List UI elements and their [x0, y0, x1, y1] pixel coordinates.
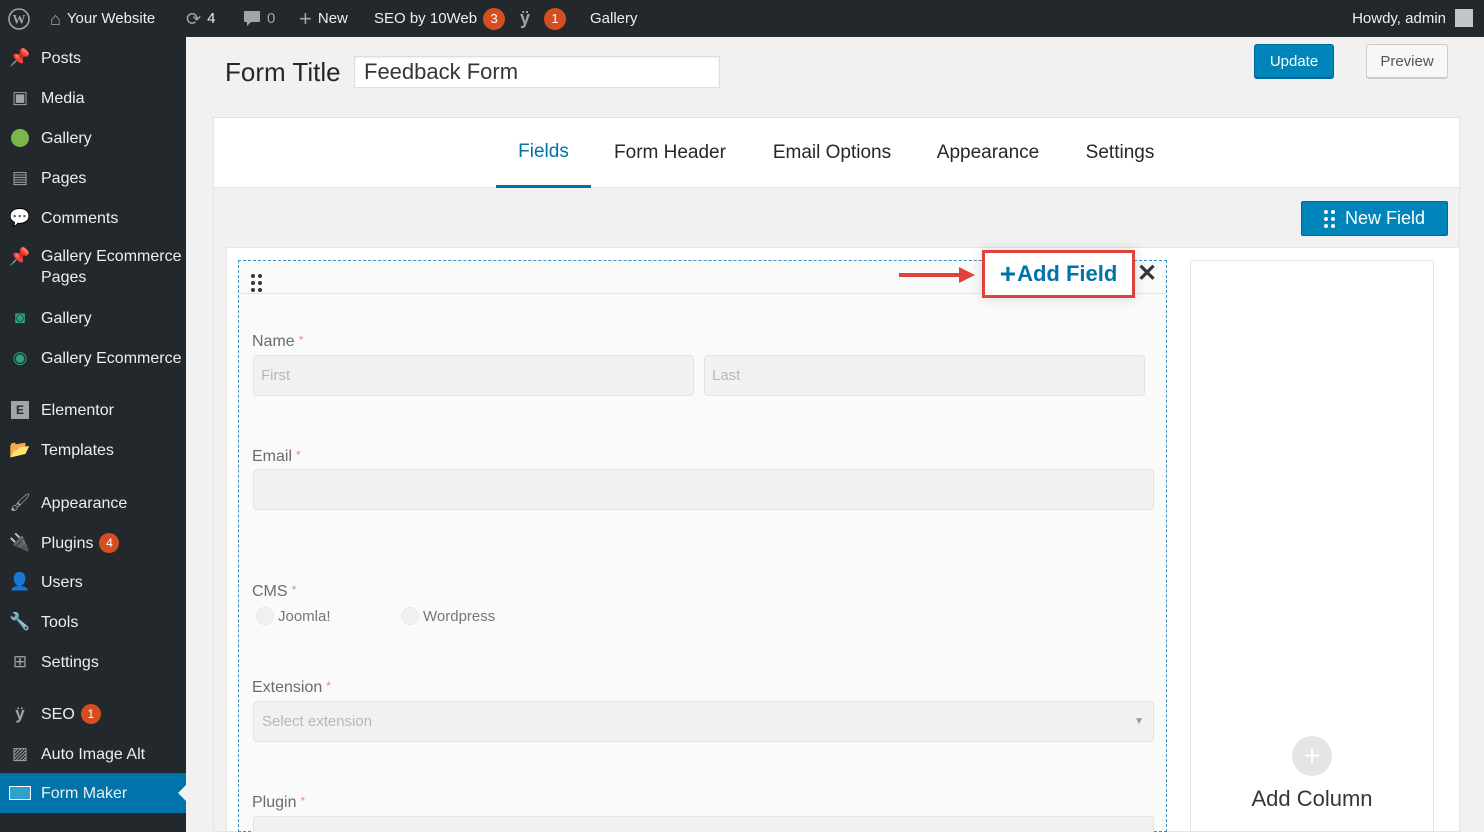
radio-circle — [256, 607, 274, 625]
refresh-icon: ⟳ — [186, 8, 202, 29]
drag-handle-icon[interactable] — [251, 274, 262, 292]
tab-form-header[interactable]: Form Header — [604, 118, 736, 188]
user-icon: 👤 — [9, 572, 31, 591]
sidebar-item-seo[interactable]: ÿ SEO 1 — [0, 703, 186, 725]
first-name-input[interactable]: First — [253, 355, 694, 396]
new-content-link[interactable]: + New — [299, 0, 348, 37]
current-menu-arrow — [178, 785, 186, 801]
sidebar-item-gallery-2[interactable]: ◙ Gallery — [0, 307, 186, 329]
eye-icon: ◉ — [12, 348, 28, 367]
remove-column-close-icon[interactable]: ✕ — [1137, 262, 1157, 286]
comment-icon — [244, 11, 260, 26]
sidebar-item-media[interactable]: ▣ Media — [0, 87, 186, 109]
gallery-link[interactable]: Gallery — [590, 0, 638, 37]
sidebar-item-form-maker[interactable]: Form Maker — [0, 773, 186, 813]
sidebar-item-plugins[interactable]: 🔌 Plugins 4 — [0, 532, 186, 554]
form-title-input[interactable] — [354, 56, 720, 88]
brush-icon: 🖌 — [9, 493, 31, 512]
red-arrow-annotation — [899, 267, 975, 283]
home-icon: ⌂ — [50, 8, 61, 29]
new-field-button[interactable]: New Field — [1301, 201, 1448, 236]
plugin-icon: 🔌 — [9, 533, 31, 552]
plugin-field-label: Plugin * — [252, 794, 306, 811]
extension-select[interactable]: Select extension ▼ — [253, 701, 1154, 742]
sidebar-item-tools[interactable]: 🔧 Tools — [0, 611, 186, 633]
yoast-badge: 1 — [544, 7, 567, 30]
sidebar-item-posts[interactable]: 📌 Posts — [0, 47, 186, 69]
sidebar-item-auto-image-alt[interactable]: ▨ Auto Image Alt — [0, 743, 186, 765]
gallery-icon — [9, 127, 31, 149]
radio-circle — [401, 607, 419, 625]
cms-option-wordpress[interactable]: Wordpress — [401, 607, 495, 625]
camera-icon: ◙ — [14, 308, 26, 327]
howdy-link[interactable]: Howdy, admin — [1352, 0, 1446, 37]
grid-dots-icon — [1323, 209, 1335, 228]
sidebar-item-comments[interactable]: 💬 Comments — [0, 207, 186, 229]
plus-icon: + — [999, 258, 1017, 289]
sidebar-item-elementor[interactable]: E Elementor — [0, 399, 186, 421]
form-maker-icon — [9, 782, 31, 804]
add-field-button[interactable]: + Add Field — [982, 250, 1135, 298]
dropdown-caret-icon: ▼ — [1134, 716, 1144, 727]
sidebar-item-templates[interactable]: 📂 Templates — [0, 439, 186, 461]
sidebar-item-users[interactable]: 👤 Users — [0, 571, 186, 593]
tab-appearance[interactable]: Appearance — [926, 118, 1050, 188]
tab-settings[interactable]: Settings — [1074, 118, 1166, 188]
email-input[interactable] — [253, 469, 1154, 510]
tab-bar: Fields Form Header Email Options Appeara… — [214, 118, 1459, 188]
required-mark: * — [291, 583, 297, 597]
sidebar-item-gallery-ecommerce-pages[interactable]: 📌 Gallery Ecommerce Pages — [0, 246, 186, 290]
wordpress-logo-icon[interactable]: W — [8, 0, 30, 37]
required-mark: * — [298, 333, 304, 347]
elementor-icon: E — [9, 399, 31, 421]
seo-badge: 3 — [483, 7, 506, 30]
preview-button[interactable]: Preview — [1366, 44, 1448, 78]
svg-text:W: W — [13, 11, 26, 26]
pin-icon: 📌 — [9, 247, 31, 266]
sidebar-item-gallery-ecommerce[interactable]: ◉ Gallery Ecommerce — [0, 347, 186, 369]
form-title-label: Form Title — [225, 57, 341, 87]
update-button[interactable]: Update — [1254, 44, 1334, 78]
sidebar-item-appearance[interactable]: 🖌 Appearance — [0, 492, 186, 514]
name-field-label: Name * — [252, 333, 304, 350]
folder-icon: 📂 — [9, 440, 31, 459]
pin-icon: 📌 — [9, 48, 31, 67]
sidebar-item-pages[interactable]: ▤ Pages — [0, 167, 186, 189]
admin-sidebar: 📌 Posts ▣ Media Gallery ▤ Pages 💬 Commen… — [0, 37, 186, 832]
admin-bar: W ⌂ Your Website ⟳ 4 0 + New SEO by 10We… — [0, 0, 1484, 37]
avatar[interactable] — [1455, 9, 1473, 27]
comment-icon: 💬 — [9, 208, 31, 227]
yoast-link[interactable]: ÿ 1 — [520, 0, 567, 37]
settings-icon: ⊞ — [12, 652, 28, 671]
email-field-label: Email * — [252, 448, 301, 465]
plugin-select[interactable] — [253, 816, 1154, 832]
seo-menu-badge: 1 — [80, 704, 101, 725]
site-name-link[interactable]: ⌂ Your Website — [50, 0, 155, 37]
sidebar-item-settings[interactable]: ⊞ Settings — [0, 651, 186, 673]
comments-link[interactable]: 0 — [243, 0, 275, 37]
add-column-plus-icon[interactable]: + — [1292, 736, 1332, 776]
seo-10web-link[interactable]: SEO by 10Web 3 — [374, 0, 506, 37]
required-mark: * — [300, 794, 306, 808]
required-mark: * — [326, 679, 331, 693]
yoast-icon: ÿ — [520, 8, 531, 28]
plus-icon: + — [299, 5, 312, 31]
cms-field-label: CMS * — [252, 583, 297, 600]
media-icon: ▣ — [11, 88, 29, 107]
tab-fields[interactable]: Fields — [496, 118, 591, 188]
image-alt-icon: ▨ — [11, 744, 29, 763]
last-name-input[interactable]: Last — [704, 355, 1145, 396]
yoast-icon: ÿ — [15, 704, 25, 723]
plugins-badge: 4 — [99, 533, 120, 554]
cms-option-joomla[interactable]: Joomla! — [256, 607, 331, 625]
form-column — [238, 260, 1167, 832]
add-column-label[interactable]: Add Column — [1190, 786, 1434, 812]
wrench-icon: 🔧 — [9, 612, 31, 631]
required-mark: * — [296, 448, 301, 462]
tab-email-options[interactable]: Email Options — [762, 118, 902, 188]
updates-link[interactable]: ⟳ 4 — [186, 0, 215, 37]
pages-icon: ▤ — [11, 168, 29, 187]
sidebar-item-gallery[interactable]: Gallery — [0, 127, 186, 149]
extension-field-label: Extension * — [252, 679, 331, 696]
